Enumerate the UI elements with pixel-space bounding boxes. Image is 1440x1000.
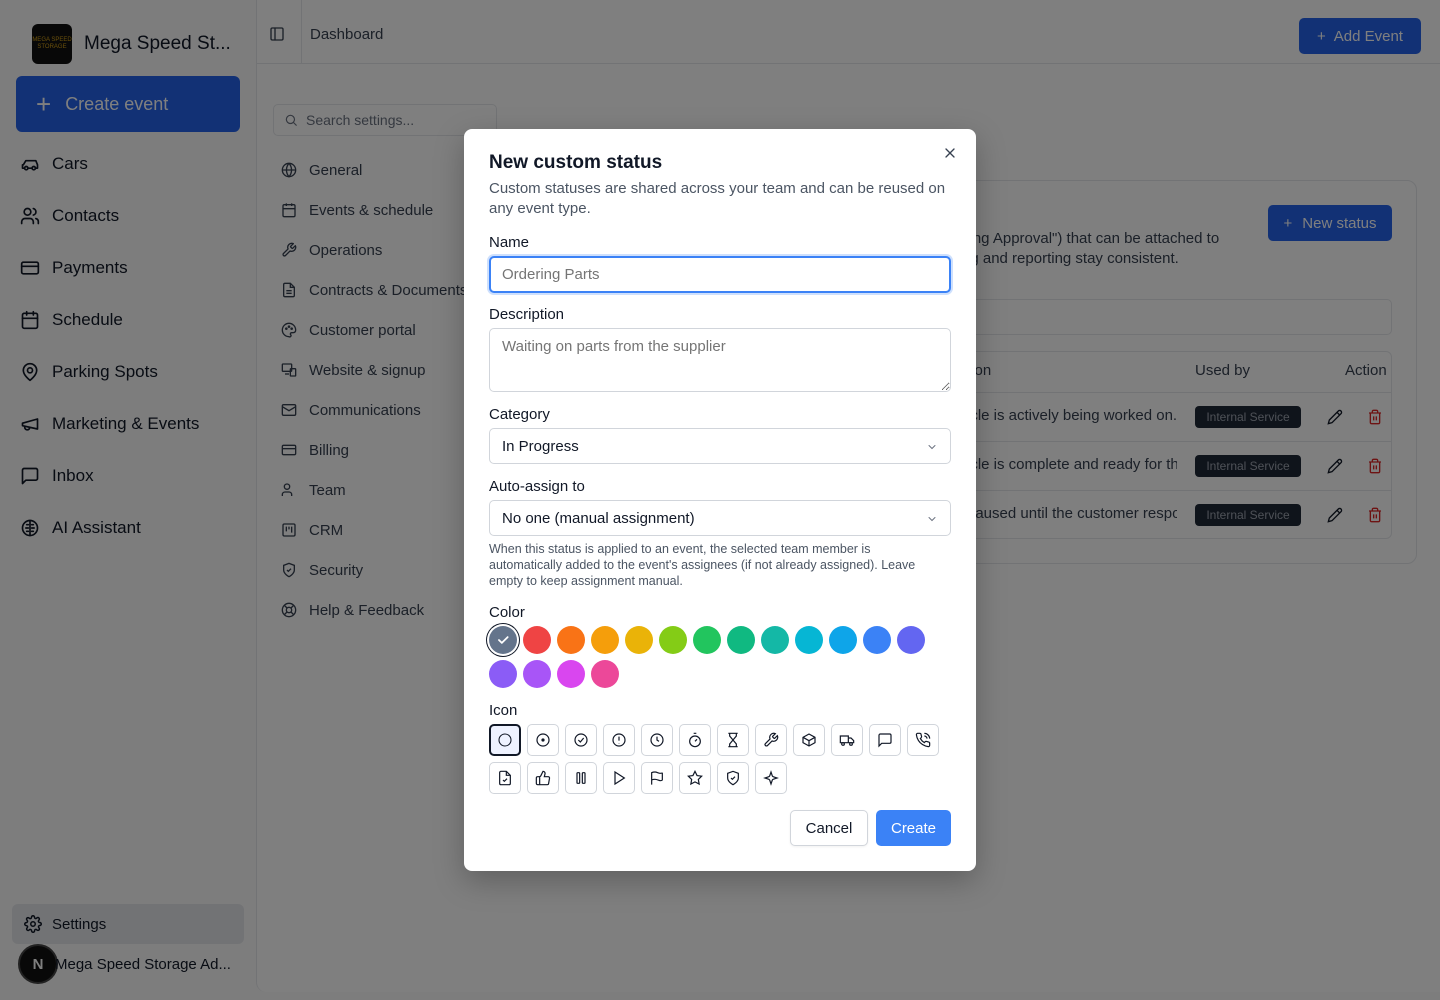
icon-option-thumbs-up[interactable] [527, 762, 559, 794]
icon-option-phone-call[interactable] [907, 724, 939, 756]
icon-option-play[interactable] [603, 762, 635, 794]
timer-icon [689, 732, 701, 748]
icon-label: Icon [489, 702, 518, 719]
color-swatch[interactable] [489, 626, 517, 654]
circle-alert-icon [612, 733, 626, 747]
icon-option-shield-check[interactable] [717, 762, 749, 794]
sparkles-icon [763, 770, 779, 786]
icon-option-wrench[interactable] [755, 724, 787, 756]
icon-option-circle-check[interactable] [565, 724, 597, 756]
color-swatch[interactable] [557, 626, 585, 654]
icon-option-hourglass[interactable] [717, 724, 749, 756]
auto-assign-value: No one (manual assignment) [502, 509, 695, 527]
icon-option-timer[interactable] [679, 724, 711, 756]
truck-icon [839, 735, 855, 746]
phone-call-icon [915, 732, 931, 748]
chevron-down-icon [928, 445, 936, 450]
color-swatch[interactable] [897, 626, 925, 654]
color-swatch[interactable] [693, 626, 721, 654]
wrench-icon [764, 732, 779, 747]
icon-option-message[interactable] [869, 724, 901, 756]
chevron-down-icon [928, 517, 936, 522]
new-custom-status-dialog: New custom status Custom statuses are sh… [464, 129, 976, 871]
file-check-icon [499, 770, 511, 786]
dialog-title: New custom status [489, 152, 663, 173]
name-input[interactable] [489, 256, 951, 293]
create-button[interactable]: Create [876, 810, 951, 846]
shield-check-icon [727, 770, 739, 786]
check-icon [498, 636, 509, 644]
circle-icon [498, 733, 512, 747]
category-select[interactable]: In Progress [489, 428, 951, 464]
message-square-icon [878, 733, 892, 748]
close-icon[interactable] [942, 145, 958, 161]
name-label: Name [489, 234, 530, 251]
icon-option-truck[interactable] [831, 724, 863, 756]
color-swatch[interactable] [489, 660, 517, 688]
auto-assign-label: Auto-assign to [489, 478, 585, 495]
circle-check-icon [574, 733, 588, 747]
color-swatch[interactable] [557, 660, 585, 688]
thumbs-up-icon [535, 770, 551, 786]
color-swatch[interactable] [863, 626, 891, 654]
icon-option-clock[interactable] [641, 724, 673, 756]
color-swatch[interactable] [795, 626, 823, 654]
auto-assign-select[interactable]: No one (manual assignment) [489, 500, 951, 536]
hourglass-icon [728, 732, 738, 748]
icon-option-file-check[interactable] [489, 762, 521, 794]
icon-option-flag[interactable] [641, 762, 673, 794]
star-icon [687, 770, 703, 786]
icon-option-sparkles[interactable] [755, 762, 787, 794]
play-icon [614, 770, 626, 786]
dialog-subtitle: Custom statuses are shared across your t… [489, 180, 946, 217]
color-swatch[interactable] [591, 660, 619, 688]
flag-icon [651, 771, 663, 785]
pause-icon [576, 772, 586, 784]
description-label: Description [489, 306, 565, 323]
circle-dot-icon [536, 733, 550, 747]
color-swatch[interactable] [625, 626, 653, 654]
cancel-button[interactable]: Cancel [790, 810, 868, 846]
auto-assign-help: When this status is applied to an event,… [489, 542, 916, 588]
icon-option-circle[interactable] [489, 724, 521, 756]
color-swatch[interactable] [523, 660, 551, 688]
clock-icon [650, 733, 664, 747]
icon-option-package[interactable] [793, 724, 825, 756]
color-swatch[interactable] [523, 626, 551, 654]
description-input[interactable] [489, 328, 951, 392]
color-swatch[interactable] [659, 626, 687, 654]
package-icon [802, 733, 816, 747]
icon-option-circle-dot[interactable] [527, 724, 559, 756]
color-swatch[interactable] [727, 626, 755, 654]
icon-option-circle-alert[interactable] [603, 724, 635, 756]
color-swatch[interactable] [761, 626, 789, 654]
category-value: In Progress [502, 437, 579, 455]
icon-option-pause[interactable] [565, 762, 597, 794]
category-label: Category [489, 406, 550, 423]
icon-option-star[interactable] [679, 762, 711, 794]
color-label: Color [489, 604, 525, 621]
color-swatch[interactable] [591, 626, 619, 654]
color-swatch[interactable] [829, 626, 857, 654]
